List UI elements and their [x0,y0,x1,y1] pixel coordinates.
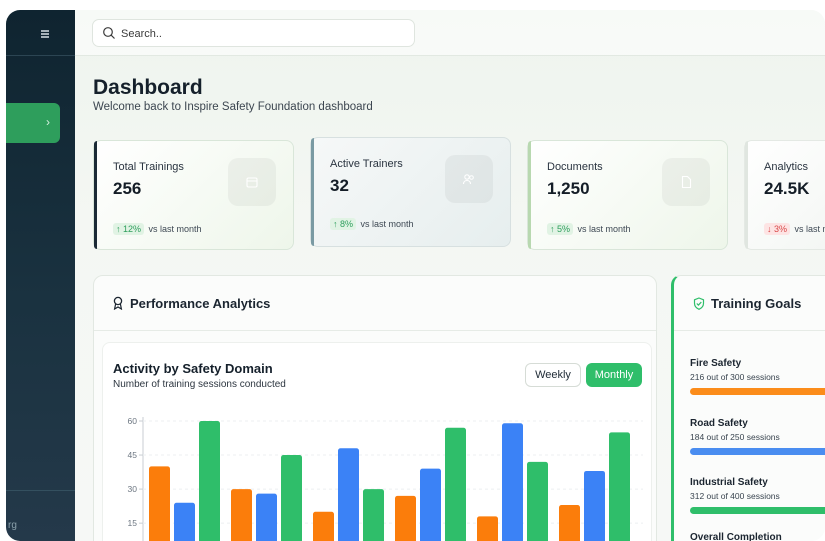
chart-subtitle: Number of training sessions conducted [113,379,286,390]
bar [199,421,220,541]
overall-completion-label: Overall Completion [690,532,782,541]
bar [363,489,384,541]
stat-value: 32 [330,176,349,195]
panel-title: Performance Analytics [130,296,271,311]
chevron-right-icon: › [46,115,50,129]
stat-value: 256 [113,179,142,198]
stat-card-analytics[interactable]: Analytics 24.5K ↓ 3% vs last month [744,140,825,250]
stat-card-active-trainers[interactable]: Active Trainers 32 ↑ 8% vs last month [310,137,511,247]
bar [149,466,170,541]
search-icon [103,27,115,39]
search-box[interactable] [92,19,415,47]
bar [559,504,580,541]
trend-badge: ↑ 12% [113,223,145,235]
bar [609,432,630,541]
award-icon [113,296,123,310]
goal-progress-bar [690,388,825,395]
goal-name: Road Safety [690,418,748,429]
trend-text: vs last month [148,224,202,234]
goal-item-industrial-safety: Industrial Safety 312 out of 400 session… [690,477,825,514]
divider [674,330,825,331]
y-tick-label: 15 [128,518,138,528]
card-accent [311,138,314,246]
stat-value: 24.5K [764,179,810,198]
users-icon [445,155,493,203]
bar [584,470,605,541]
stat-value: 1,250 [547,179,590,198]
sidebar-divider [6,55,75,56]
app-window: › rg Dashboard Welcome back to Inspire S… [6,10,825,541]
sidebar-footer: rg [8,520,17,531]
bar [477,516,498,541]
bar [527,461,548,541]
bar [502,423,523,541]
stat-card-total-trainings[interactable]: Total Trainings 256 ↑ 12% vs last month [93,140,294,250]
bar [420,468,441,541]
goal-name: Fire Safety [690,358,742,369]
top-bar [75,10,825,56]
menu-icon[interactable] [38,27,52,41]
sidebar-divider [6,490,75,491]
trend-text: vs last month [360,219,414,229]
trend-badge: ↑ 5% [547,223,574,235]
bar [281,455,302,541]
monthly-button[interactable]: Monthly [586,363,642,387]
goal-item-road-safety: Road Safety 184 out of 250 sessions [690,418,825,455]
bar [445,427,466,541]
y-tick-label: 60 [128,416,138,426]
goal-name: Industrial Safety [690,477,768,488]
bar [313,511,334,541]
stat-card-documents[interactable]: Documents 1,250 ↑ 5% vs last month [527,140,728,250]
panel-title: Training Goals [711,296,802,311]
goal-progress-bar [690,448,825,455]
search-input[interactable] [121,25,401,43]
training-goals-panel: Training Goals Fire Safety 216 out of 30… [671,275,825,541]
goal-progress-bar [690,507,825,514]
y-tick-label: 45 [128,450,138,460]
page-title: Dashboard [93,76,203,99]
stat-label: Documents [547,161,603,173]
stat-trend: ↓ 3% vs last month [764,223,825,237]
weekly-button[interactable]: Weekly [525,363,581,387]
card-accent [528,141,531,249]
stat-label: Total Trainings [113,161,184,173]
sidebar: › rg [6,10,75,541]
trend-text: vs last month [794,224,825,234]
trend-text: vs last month [577,224,631,234]
bar [338,448,359,541]
goal-detail: 312 out of 400 sessions [690,491,780,501]
stat-label: Analytics [764,161,809,173]
trend-badge: ↓ 3% [764,223,791,235]
y-tick-label: 30 [128,484,138,494]
stat-trend: ↑ 12% vs last month [113,223,202,237]
bar-chart: 15 30 45 60 [128,416,643,541]
goal-item-fire-safety: Fire Safety 216 out of 300 sessions [690,358,825,395]
goal-detail: 184 out of 250 sessions [690,432,780,442]
bar [174,502,195,541]
trend-badge: ↑ 8% [330,218,357,230]
stat-trend: ↑ 8% vs last month [330,218,414,232]
document-icon [662,158,710,206]
stat-label: Active Trainers [330,158,403,170]
activity-chart-card: Activity by Safety Domain Number of trai… [102,342,652,541]
goal-detail: 216 out of 300 sessions [690,372,780,382]
shield-check-icon [693,297,705,310]
page-subtitle: Welcome back to Inspire Safety Foundatio… [93,101,373,113]
card-accent [94,141,97,249]
performance-analytics-panel: Performance Analytics Activity by Safety… [93,275,657,541]
bar [256,493,277,541]
chart-title: Activity by Safety Domain [113,361,273,376]
bar [395,495,416,541]
calendar-icon [228,158,276,206]
divider [94,330,656,331]
bar [231,489,252,541]
sidebar-item-active[interactable]: › [6,103,60,143]
stat-trend: ↑ 5% vs last month [547,223,631,237]
card-accent [745,141,748,249]
